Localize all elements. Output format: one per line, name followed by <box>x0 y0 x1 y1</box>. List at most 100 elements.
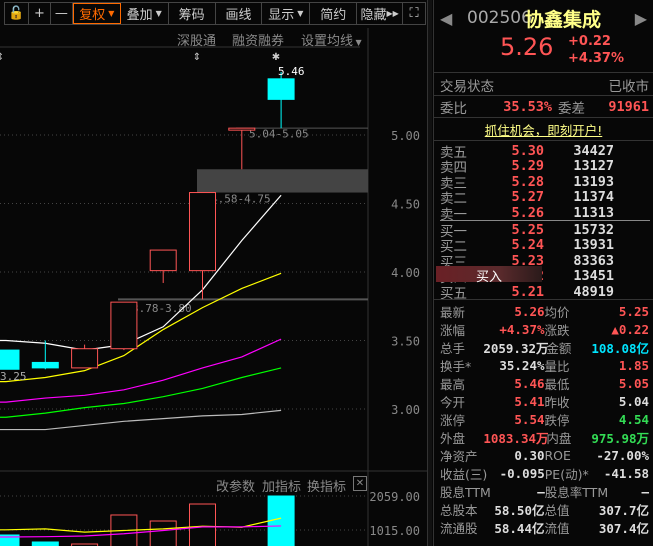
stat-label: 收益(三) <box>440 466 488 482</box>
status-value: 已收市 <box>608 78 650 95</box>
y-tick-label: 3.00 <box>391 403 420 417</box>
stat-label: 流通股 <box>440 520 478 536</box>
panel-splitter[interactable] <box>427 0 432 546</box>
stat-row: 收益(三) -0.095 PE(动)* -41.58 <box>440 464 649 482</box>
y-tick-label: 4.00 <box>391 266 420 280</box>
order-book-row[interactable]: 买五 5.21 48919 <box>440 283 649 302</box>
level-volume: 13931 <box>573 237 614 253</box>
stat-value: 35.24% <box>499 357 545 373</box>
stat-row: 最高 5.46 最低 5.05 <box>440 374 649 392</box>
moving-average-line <box>0 338 282 403</box>
stat-row: 净资产 0.30 ROE -27.00% <box>440 446 649 464</box>
prev-stock-icon[interactable]: ◀ <box>440 9 452 28</box>
low-price-label: 3.25 <box>0 370 27 383</box>
event-marker-icon: ⇕ <box>193 52 201 63</box>
level-volume: 15732 <box>573 221 614 238</box>
close-icon[interactable]: ✕ <box>353 476 367 491</box>
stat-label: 股息率TTM <box>544 484 609 500</box>
level-volume: 13127 <box>573 158 614 174</box>
volume-ma-line <box>0 517 282 533</box>
level-price: 5.27 <box>511 189 544 205</box>
volume-bar <box>31 541 59 546</box>
stat-label: 外盘 <box>440 430 466 446</box>
candle-body <box>0 349 20 370</box>
stat-label: 内盘 <box>546 430 572 446</box>
moving-average-line <box>0 367 282 418</box>
stat-label: 昨收 <box>544 394 570 410</box>
stat-label: ROE <box>544 447 571 463</box>
stat-label: 今开 <box>440 394 466 410</box>
level-price: 5.24 <box>511 237 544 253</box>
stat-value: 58.44亿 <box>494 520 545 536</box>
next-stock-icon[interactable]: ▶ <box>635 9 647 28</box>
stat-value: 5.54 <box>514 411 545 427</box>
stat-row: 涨停 5.54 跌停 4.54 <box>440 410 649 428</box>
stat-label: 涨停 <box>440 412 466 428</box>
candle-body <box>110 301 138 350</box>
level-price: 5.25 <box>511 221 544 238</box>
stat-row: 流通股 58.44亿 流值 307.4亿 <box>440 518 649 536</box>
stat-row: 今开 5.41 昨收 5.04 <box>440 392 649 410</box>
candle-body <box>71 348 99 369</box>
order-book-row[interactable]: 卖一 5.26 11313 <box>440 205 649 223</box>
stat-value: 5.26 <box>514 303 545 319</box>
stat-value: 0.30 <box>514 447 545 463</box>
volume-bar <box>267 495 295 546</box>
stat-label: PE(动)* <box>544 466 589 482</box>
stat-value: +4.37% <box>499 321 545 337</box>
stat-row: 外盘 1083.34万 内盘 975.98万 <box>440 428 649 446</box>
stat-value: 975.98万 <box>591 430 649 446</box>
stat-label: 涨跌 <box>544 322 570 338</box>
stat-label: 股息TTM <box>440 484 491 500</box>
stat-label: 跌停 <box>544 412 570 428</box>
gap-label: 4.58-4.75 <box>211 193 271 206</box>
stat-label: 总手 <box>440 340 466 356</box>
event-marker-icon: ⇕ <box>0 52 4 63</box>
stat-label: 涨幅 <box>440 322 466 338</box>
event-marker-icon: ✱ <box>272 52 280 63</box>
wb-value: 35.53% <box>503 98 552 115</box>
level-volume: 48919 <box>573 283 614 300</box>
stat-value: 2059.32万 <box>483 340 549 356</box>
last-price: 5.26 <box>500 33 554 61</box>
candle-body <box>31 361 59 369</box>
buy-button[interactable]: 买入 <box>436 266 542 285</box>
candle-body <box>189 192 216 272</box>
wb-label: 委比 <box>440 100 467 117</box>
kline-chart[interactable]: 5.00 4.50 4.00 3.50 3.00 5.04-5.05 4.58-4.75 3.… <box>0 0 430 546</box>
y-tick-label: 5.00 <box>391 129 420 143</box>
y-tick-label: 1015.00 <box>369 524 420 538</box>
volume-bar <box>149 520 177 546</box>
change-params-button[interactable]: 改参数 <box>216 476 255 495</box>
stat-label: 量比 <box>544 358 570 374</box>
stat-value: 5.41 <box>514 393 545 409</box>
stat-value: — <box>641 483 649 499</box>
gap-label: 5.04-5.05 <box>249 128 309 141</box>
candle-body <box>149 249 177 272</box>
stat-row: 总股本 58.50亿 总值 307.7亿 <box>440 500 649 518</box>
stat-value: 307.7亿 <box>598 502 649 518</box>
stat-value: 307.4亿 <box>598 520 649 536</box>
stock-code: 002506 <box>467 8 532 28</box>
switch-indicator-button[interactable]: 换指标 <box>307 476 346 495</box>
stat-value: 4.54 <box>618 411 649 427</box>
stat-value: 5.05 <box>618 375 649 391</box>
add-indicator-button[interactable]: 加指标 <box>262 476 301 495</box>
stat-value: 58.50亿 <box>494 502 545 518</box>
stat-value: 1.85 <box>618 357 649 373</box>
y-tick-label: 2059.00 <box>369 490 420 504</box>
stat-value: -41.58 <box>603 465 649 481</box>
open-account-link[interactable]: 抓住机会，即刻开户! <box>434 120 653 139</box>
level-price: 5.29 <box>511 158 544 174</box>
high-price-label: 5.46 <box>278 65 305 78</box>
level-volume: 34427 <box>573 142 614 159</box>
stat-row: 总手 2059.32万 金额 108.08亿 <box>440 338 649 356</box>
stat-label: 总值 <box>544 502 570 518</box>
level-price: 5.21 <box>511 283 544 300</box>
stat-row: 涨幅 +4.37% 涨跌 ▲0.22 <box>440 320 649 338</box>
y-tick-label: 3.50 <box>391 335 420 349</box>
quote-panel: ◀ ▶ 002506 协鑫集成 5.26 +0.22 +4.37% 交易状态 已收… <box>433 0 653 546</box>
stat-row: 股息TTM — 股息率TTM — <box>440 482 649 500</box>
price-change: +0.22 <box>568 34 611 49</box>
candle-body <box>267 78 295 100</box>
